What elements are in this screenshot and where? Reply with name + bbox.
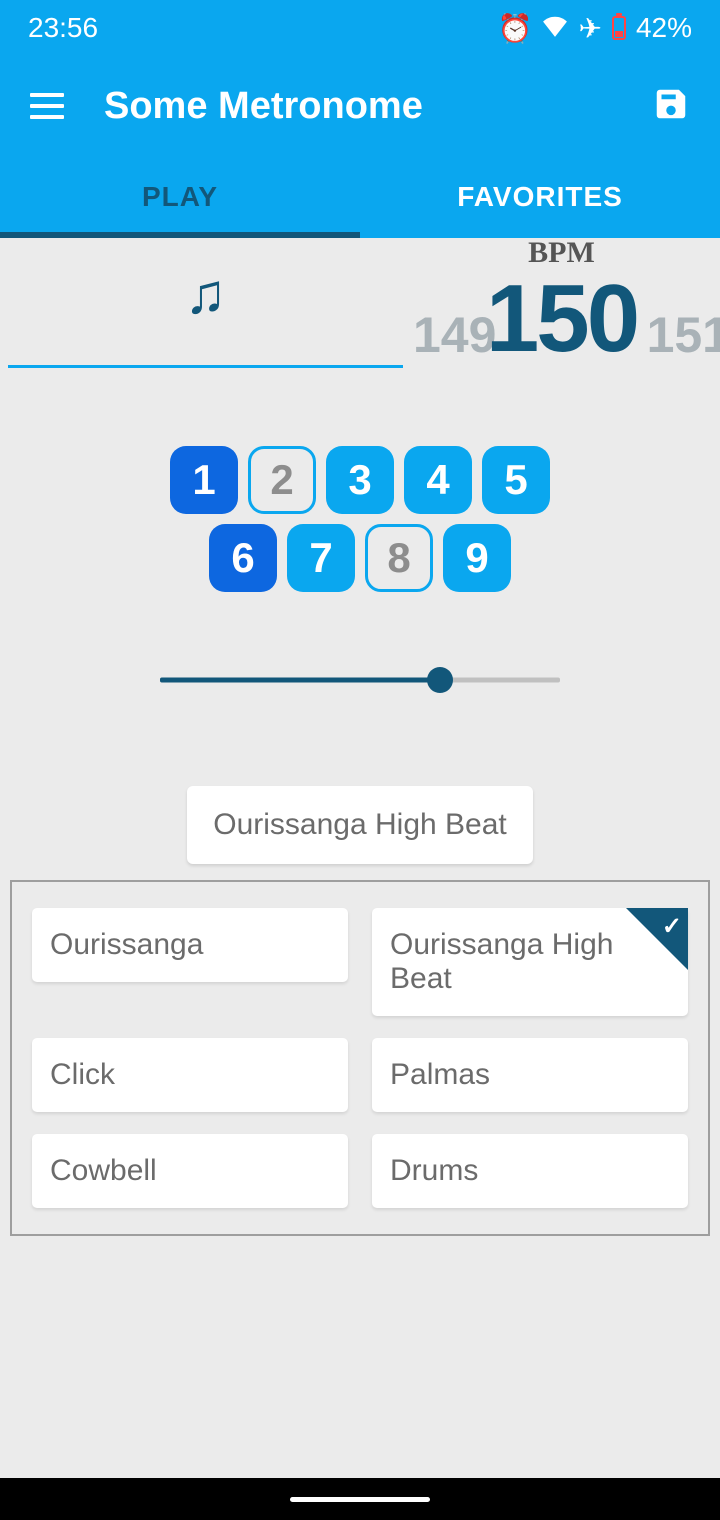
beat-7[interactable]: 7	[287, 524, 355, 592]
bpm-row: ♫ BPM 149 150 151	[0, 238, 720, 368]
alarm-icon: ⏰	[498, 12, 533, 45]
sound-option-drums[interactable]: Drums	[372, 1134, 688, 1208]
android-nav-bar	[0, 1478, 720, 1520]
beats-grid: 1 2 3 4 5 6 7 8 9	[0, 446, 720, 592]
status-bar: 23:56 ⏰ ✈ 42%	[0, 0, 720, 56]
sound-option-ourissanga-high-beat[interactable]: Ourissanga High Beat	[372, 908, 688, 1016]
battery-icon	[612, 16, 626, 40]
tabs: PLAY FAVORITES	[0, 156, 720, 238]
sound-option-cowbell[interactable]: Cowbell	[32, 1134, 348, 1208]
subdivision-button[interactable]: ♫	[8, 238, 403, 368]
beat-9[interactable]: 9	[443, 524, 511, 592]
bpm-current: 150	[486, 264, 637, 374]
wifi-icon	[542, 12, 568, 44]
status-icons: ⏰ ✈ 42%	[498, 12, 692, 45]
beat-6[interactable]: 6	[209, 524, 277, 592]
tab-favorites[interactable]: FAVORITES	[360, 156, 720, 238]
battery-percent: 42%	[636, 12, 692, 44]
beat-4[interactable]: 4	[404, 446, 472, 514]
beat-1[interactable]: 1	[170, 446, 238, 514]
beat-8[interactable]: 8	[365, 524, 433, 592]
nav-handle[interactable]	[290, 1497, 430, 1502]
app-bar: Some Metronome	[0, 56, 720, 156]
sound-option-palmas[interactable]: Palmas	[372, 1038, 688, 1112]
sound-options: Ourissanga Ourissanga High Beat Click Pa…	[10, 880, 710, 1236]
bpm-picker[interactable]: BPM 149 150 151	[403, 238, 720, 368]
bpm-next: 151	[647, 306, 720, 364]
airplane-icon: ✈	[578, 12, 601, 45]
note-icon: ♫	[185, 261, 227, 326]
menu-icon[interactable]	[30, 93, 64, 119]
bpm-prev: 149	[413, 306, 496, 364]
sound-option-click[interactable]: Click	[32, 1038, 348, 1112]
beat-3[interactable]: 3	[326, 446, 394, 514]
selected-sound-button[interactable]: Ourissanga High Beat	[187, 786, 533, 864]
tab-play[interactable]: PLAY	[0, 156, 360, 238]
save-button[interactable]	[652, 85, 690, 128]
tempo-slider[interactable]	[160, 668, 560, 692]
slider-thumb[interactable]	[427, 667, 453, 693]
beat-2[interactable]: 2	[248, 446, 316, 514]
app-title: Some Metronome	[104, 85, 612, 128]
slider-fill	[160, 678, 440, 683]
beat-5[interactable]: 5	[482, 446, 550, 514]
sound-option-ourissanga[interactable]: Ourissanga	[32, 908, 348, 982]
status-time: 23:56	[28, 12, 98, 44]
